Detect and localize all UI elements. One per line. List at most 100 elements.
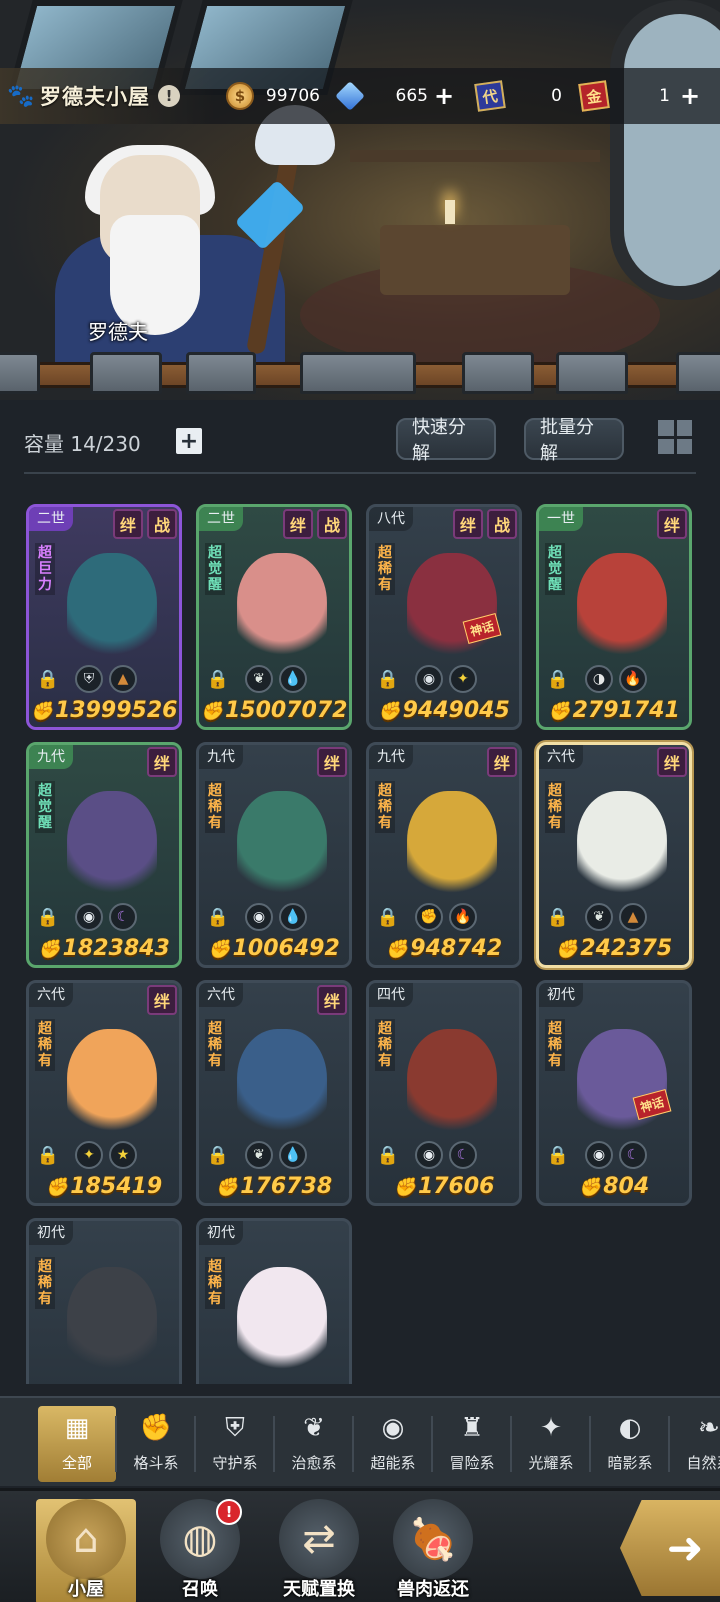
batch-decompose-button[interactable]: 批量分解 — [524, 417, 624, 464]
monster-card[interactable]: 九代 绊超稀有 🔒 ◉ 💧 ✊1006492 — [196, 742, 352, 968]
bond-tag: 绊 — [147, 747, 177, 777]
tab-separator — [431, 1416, 433, 1472]
monster-card[interactable]: 九代绊超稀有 🔒 ✊ 🔥 ✊948742 — [366, 742, 522, 968]
lock-icon[interactable]: 🔒 — [207, 1142, 229, 1168]
power-icon: ✊ — [200, 701, 223, 722]
category-label: 守护系 — [212, 1454, 258, 1472]
monster-portrait — [237, 791, 327, 901]
category-tab[interactable]: ✦ 光耀系 — [512, 1406, 590, 1482]
add-crystal-button[interactable]: + — [432, 82, 456, 110]
rarity-label: 超觉醒 — [205, 543, 225, 595]
category-tab[interactable]: ♜ 冒险系 — [433, 1406, 511, 1482]
quick-decompose-button[interactable]: 快速分解 — [396, 417, 496, 464]
category-tab[interactable]: ▦ 全部 — [38, 1406, 116, 1482]
bottom-nav: ⌂ 小屋 ◍ 召唤! ⇄ 天赋置换 🍖 兽肉返还 — [0, 1488, 720, 1602]
moon-element-icon: ☾ — [619, 1141, 647, 1169]
category-tab[interactable]: ❧ 自然系 — [670, 1406, 720, 1482]
monster-card[interactable]: 二世 绊战超觉醒 🔒 ❦ 💧 ✊15007072 — [196, 504, 352, 730]
monster-card[interactable]: 九代 绊超觉醒 🔒 ◉ ☾ ✊1823843 — [26, 742, 182, 968]
house-icon: ⌂ — [46, 1499, 126, 1579]
generation-label: 九代 — [199, 745, 243, 769]
power-value: 242375 — [580, 936, 673, 961]
lock-icon[interactable]: 🔒 — [547, 1142, 569, 1168]
power-icon: ✊ — [578, 1177, 602, 1198]
power-icon: ✊ — [555, 939, 579, 960]
monster-card[interactable]: 六代 绊超稀有 🔒 ✦ ★ ✊185419 — [26, 980, 182, 1206]
nav-item[interactable]: ◍ 召唤! — [150, 1499, 250, 1602]
bond-tag: 绊 — [487, 747, 517, 777]
power-value: 9449045 — [402, 698, 510, 723]
category-tab[interactable]: ⛨ 守护系 — [196, 1406, 274, 1482]
power-icon: ✊ — [393, 1177, 416, 1198]
battle-tag: 战 — [317, 509, 347, 539]
category-tab[interactable]: ❦ 治愈系 — [275, 1406, 353, 1482]
rarity-label: 超巨力 — [35, 543, 55, 595]
npc-name-label: 罗德夫 — [88, 320, 148, 344]
lantern-icon: ♜ — [460, 1413, 484, 1443]
lock-icon[interactable]: 🔒 — [377, 666, 399, 692]
lock-icon[interactable]: 🔒 — [547, 666, 569, 692]
generation-label: 二世 — [199, 507, 243, 531]
monster-card[interactable]: 四代 超稀有 🔒 ◉ ☾ ✊17606 — [366, 980, 522, 1206]
rarity-label: 超稀有 — [375, 781, 395, 833]
category-tab[interactable]: ◐ 暗影系 — [591, 1406, 669, 1482]
monster-card[interactable]: 二世 绊战超巨力 🔒 ⛨ ▲ ✊13999526 — [26, 504, 182, 730]
generation-label: 六代 — [199, 983, 243, 1007]
monster-card[interactable]: 六代 绊超稀有 🔒 ❦ ▲ ✊242375 — [536, 742, 692, 968]
lock-icon[interactable]: 🔒 — [377, 904, 399, 930]
nav-item[interactable]: ⇄ 天赋置换 — [264, 1499, 374, 1602]
card-badges: 🔒 ❦ ▲ — [547, 903, 687, 931]
rarity-label: 超觉醒 — [545, 543, 565, 595]
monster-card[interactable]: 八代绊战超稀有 神话 🔒 ◉ ✦ ✊9449045 — [366, 504, 522, 730]
add-ticket-button[interactable]: + — [678, 82, 702, 110]
lock-icon[interactable]: 🔒 — [207, 666, 229, 692]
lock-icon[interactable]: 🔒 — [37, 1142, 59, 1168]
category-tab[interactable]: ✊ 格斗系 — [117, 1406, 195, 1482]
info-icon[interactable]: ! — [158, 85, 180, 107]
monster-card[interactable]: 初代 超稀有 — [196, 1218, 352, 1384]
fist-element-icon: ✊ — [415, 903, 443, 931]
category-tab[interactable]: ◉ 超能系 — [354, 1406, 432, 1482]
monster-card[interactable]: 初代 超稀有 — [26, 1218, 182, 1384]
lock-icon[interactable]: 🔒 — [377, 1142, 399, 1168]
sparkle-icon: ✦ — [540, 1413, 562, 1443]
ticket-blue-value: 0 — [551, 86, 562, 106]
monster-card[interactable]: 六代 绊超稀有 🔒 ❦ 💧 ✊176738 — [196, 980, 352, 1206]
lock-icon[interactable]: 🔒 — [37, 904, 59, 930]
add-capacity-button[interactable]: + — [176, 428, 202, 454]
candle — [445, 200, 455, 224]
grid-view-icon[interactable] — [656, 418, 694, 456]
bond-tag: 绊 — [453, 509, 483, 539]
fire-element-icon: 🔥 — [619, 665, 647, 693]
lock-icon[interactable]: 🔒 — [207, 904, 229, 930]
desk — [380, 225, 570, 295]
coin-value: 99706 — [265, 86, 320, 106]
generation-label: 一世 — [539, 507, 583, 531]
monster-card[interactable]: 一世 绊超觉醒 🔒 ◑ 🔥 ✊2791741 — [536, 504, 692, 730]
monster-card[interactable]: 初代 超稀有 神话 🔒 ◉ ☾ ✊804 — [536, 980, 692, 1206]
rarity-label: 超稀有 — [375, 543, 395, 595]
card-badges: 🔒 ✊ 🔥 — [377, 903, 517, 931]
lock-icon[interactable]: 🔒 — [37, 666, 59, 692]
lock-icon[interactable]: 🔒 — [547, 904, 569, 930]
category-tabs: ▦ 全部 ✊ 格斗系 ⛨ 守护系 ❦ 治愈系 ◉ 超能系 ♜ 冒险系 ✦ 光耀系 ◐ 暗影系 ❧ 自然系 — [0, 1396, 720, 1486]
category-label: 自然系 — [686, 1454, 720, 1472]
bond-tag: 绊 — [317, 747, 347, 777]
nav-item[interactable]: 🍖 兽肉返还 — [378, 1499, 488, 1602]
divider — [24, 472, 696, 474]
bond-tag: 绊 — [113, 509, 143, 539]
eye-element-icon: ◉ — [415, 1141, 443, 1169]
card-badges: 🔒 ◉ ☾ — [37, 903, 177, 931]
monster-portrait — [577, 1029, 667, 1139]
category-label: 暗影系 — [607, 1454, 653, 1472]
card-badges: 🔒 ◉ ☾ — [547, 1141, 687, 1169]
rarity-label: 超稀有 — [205, 1257, 225, 1309]
meat-icon: 🍖 — [393, 1499, 473, 1579]
nav-item[interactable]: ⌂ 小屋 — [36, 1499, 136, 1602]
card-badges: 🔒 ⛨ ▲ — [37, 665, 177, 693]
generation-label: 六代 — [29, 983, 73, 1007]
card-badges: 🔒 ◉ ✦ — [377, 665, 517, 693]
power-icon: ✊ — [30, 701, 53, 722]
page-title: 罗德夫小屋 — [40, 85, 150, 109]
rarity-label: 超稀有 — [35, 1257, 55, 1309]
